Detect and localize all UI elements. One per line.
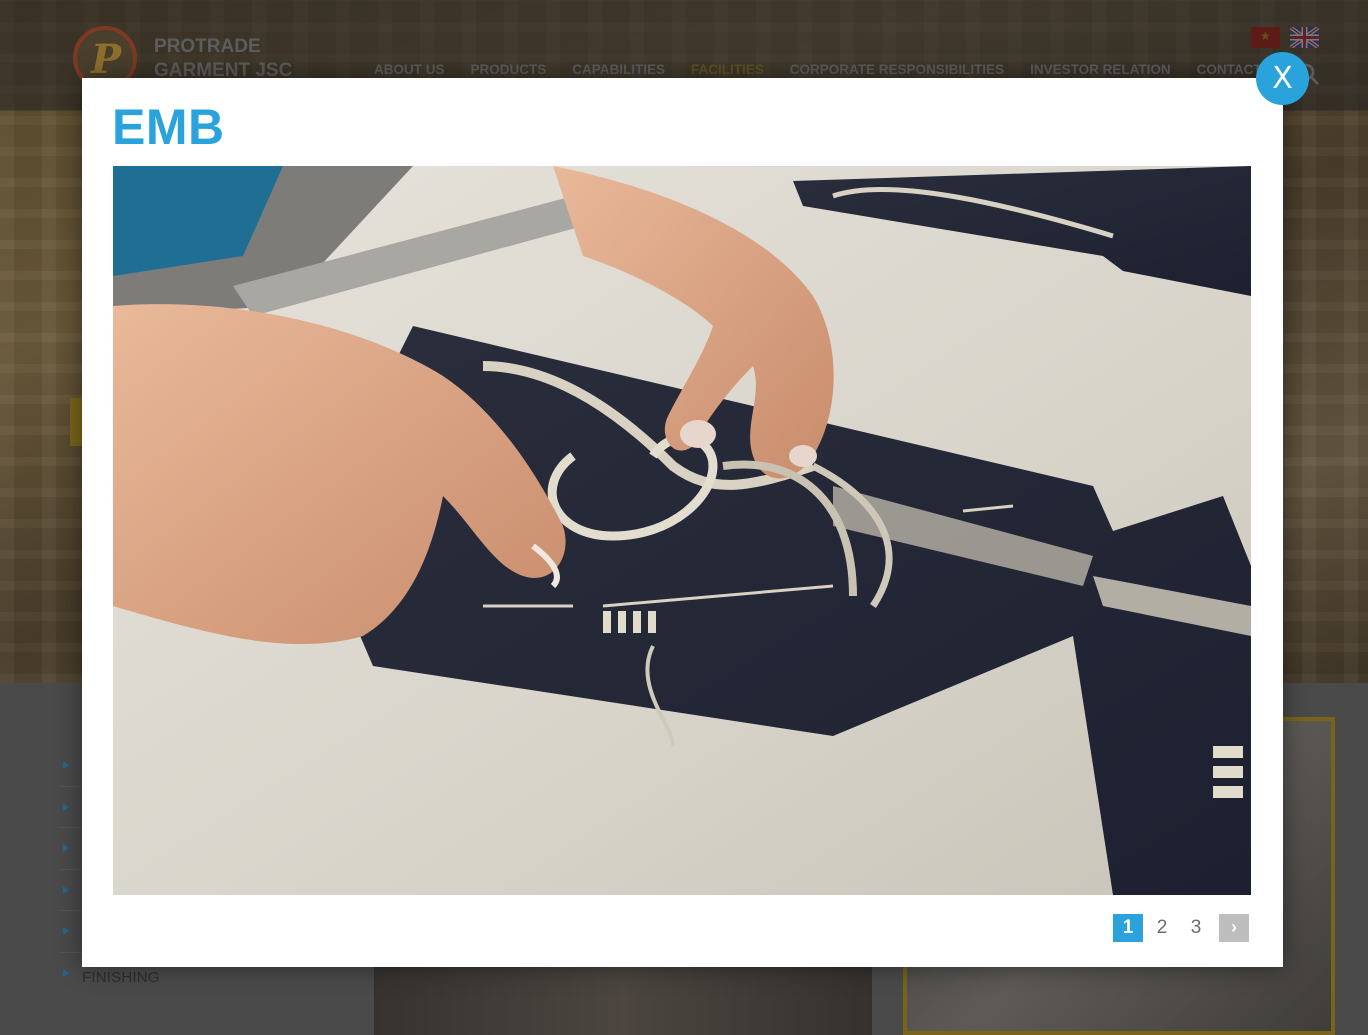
next-page-button[interactable]: › [1219, 914, 1249, 942]
page-2-button[interactable]: 2 [1147, 914, 1177, 942]
page-3-button[interactable]: 3 [1181, 914, 1211, 942]
embroidery-photo [113, 166, 1251, 895]
modal-title: EMB [112, 99, 225, 155]
page-1-button[interactable]: 1 [1113, 914, 1143, 942]
close-modal-button[interactable]: X [1256, 52, 1309, 105]
pagination: 1 2 3 › [1109, 914, 1249, 942]
image-modal: EMB 1 2 3 › [82, 78, 1283, 967]
